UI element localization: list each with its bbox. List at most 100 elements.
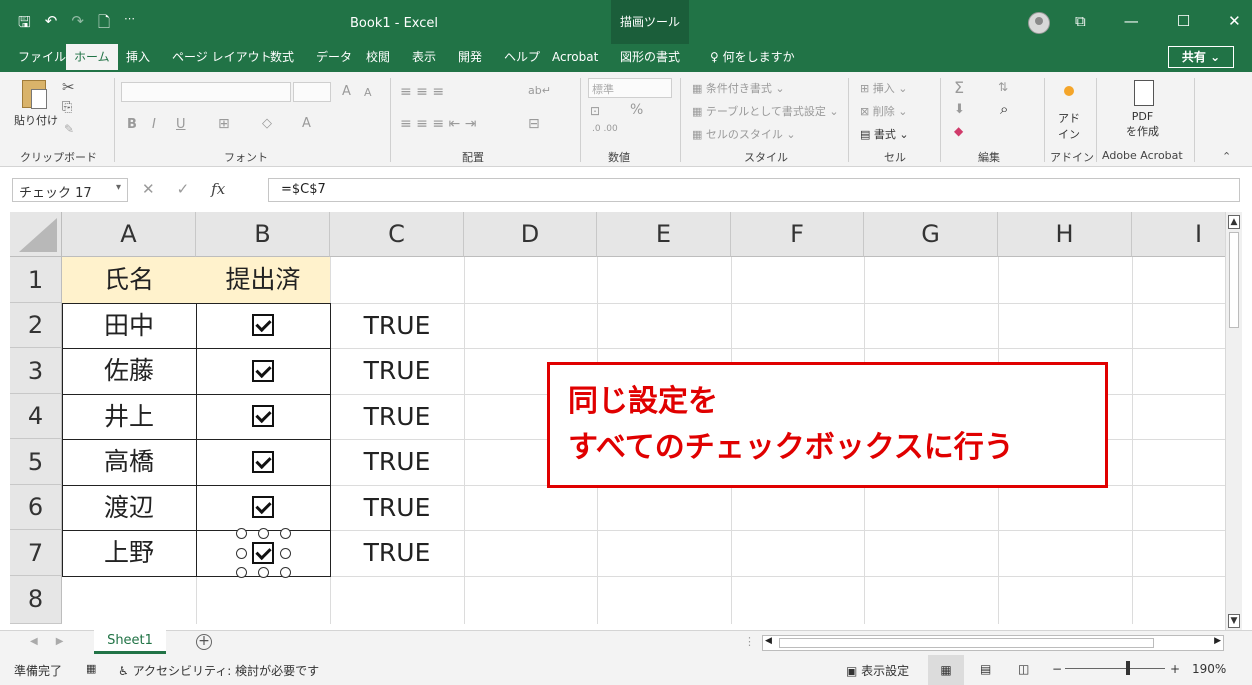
font-size-select[interactable] <box>293 82 331 102</box>
zoom-level[interactable]: 190% <box>1192 662 1226 676</box>
account-avatar[interactable] <box>1028 12 1050 34</box>
normal-view-icon[interactable]: ▦ <box>928 655 964 685</box>
font-name-select[interactable] <box>121 82 291 102</box>
shrink-font-button[interactable]: A <box>364 86 372 99</box>
cell-styles-button[interactable]: ▦ セルのスタイル ⌄ <box>692 126 796 142</box>
display-settings-button[interactable]: ▣ 表示設定 <box>846 662 909 679</box>
grow-font-button[interactable]: A <box>342 84 351 99</box>
zoom-in-button[interactable]: + <box>1170 662 1180 676</box>
row-header-2[interactable]: 2 <box>10 303 62 348</box>
increase-decimal-icon[interactable]: .0 .00 <box>592 124 618 134</box>
format-painter-icon[interactable]: ✎ <box>64 122 74 136</box>
align-top-icon[interactable]: ≡ ≡ ≡ <box>400 84 444 100</box>
sheet-tab-sheet1[interactable]: Sheet1 <box>94 630 166 654</box>
redo-icon[interactable]: ↷ <box>71 12 84 37</box>
checkbox-b5[interactable] <box>252 451 274 473</box>
percent-button[interactable]: % <box>630 102 643 118</box>
clipboard-paste-icon[interactable] <box>22 80 47 109</box>
addin-icon[interactable] <box>1064 86 1074 96</box>
format-as-table-button[interactable]: ▦ テーブルとして書式設定 ⌄ <box>692 103 839 119</box>
row-header-8[interactable]: 8 <box>10 576 62 624</box>
row-header-6[interactable]: 6 <box>10 485 62 530</box>
bold-button[interactable]: B <box>127 117 137 132</box>
share-button[interactable]: 共有 ⌄ <box>1168 46 1234 68</box>
column-header-b[interactable]: B <box>196 212 330 257</box>
column-header-f[interactable]: F <box>731 212 864 257</box>
column-header-a[interactable]: A <box>62 212 196 257</box>
name-box[interactable]: チェック 17 ▾ <box>12 178 128 202</box>
zoom-slider[interactable] <box>1065 668 1165 669</box>
addin-button-label[interactable]: アド イン <box>1058 110 1080 142</box>
prev-sheet-icon[interactable]: ◀ <box>30 636 38 647</box>
autosum-button[interactable]: Σ <box>954 78 964 97</box>
format-cells-button[interactable]: ▤ 書式 ⌄ <box>860 126 909 142</box>
scroll-right-icon[interactable]: ▶ <box>1214 636 1221 646</box>
cell-a1[interactable]: 氏名 <box>62 257 196 303</box>
tab-file[interactable]: ファイル <box>10 44 74 72</box>
resize-handle[interactable] <box>258 567 269 578</box>
cut-icon[interactable]: ✂ <box>62 78 75 96</box>
row-header-1[interactable]: 1 <box>10 257 62 303</box>
cell-c7[interactable]: TRUE <box>330 530 464 576</box>
cell-c4[interactable]: TRUE <box>330 394 464 439</box>
tab-data[interactable]: データ <box>308 44 360 72</box>
borders-icon[interactable]: ⊞ <box>218 116 230 132</box>
accounting-format-icon[interactable]: ⊡ <box>590 104 600 118</box>
conditional-formatting-button[interactable]: ▦ 条件付き書式 ⌄ <box>692 80 785 96</box>
ribbon-display-icon[interactable]: ⧉ <box>1075 12 1086 30</box>
column-header-c[interactable]: C <box>330 212 464 257</box>
column-header-g[interactable]: G <box>864 212 998 257</box>
column-header-i[interactable]: I <box>1132 212 1225 257</box>
tab-help[interactable]: ヘルプ <box>496 44 548 72</box>
insert-cells-button[interactable]: ⊞ 挿入 ⌄ <box>860 80 907 96</box>
resize-handle[interactable] <box>236 548 247 559</box>
column-header-e[interactable]: E <box>597 212 731 257</box>
split-handle-icon[interactable]: ⋮ <box>744 635 755 648</box>
close-button[interactable]: ✕ <box>1228 12 1241 30</box>
minimize-button[interactable]: — <box>1124 12 1139 30</box>
cell-c6[interactable]: TRUE <box>330 485 464 530</box>
italic-button[interactable]: I <box>152 117 156 132</box>
new-file-icon[interactable]: 🗋 <box>98 12 110 37</box>
insert-function-icon[interactable]: fx <box>211 180 225 198</box>
checkbox-b6[interactable] <box>252 496 274 518</box>
cancel-icon[interactable]: ✕ <box>142 180 155 198</box>
next-sheet-icon[interactable]: ▶ <box>56 636 64 647</box>
tab-shape-format[interactable]: 図形の書式 <box>612 44 688 72</box>
resize-handle[interactable] <box>280 567 291 578</box>
enter-icon[interactable]: ✓ <box>177 180 190 198</box>
resize-handle[interactable] <box>258 528 269 539</box>
cell-c5[interactable]: TRUE <box>330 439 464 485</box>
accessibility-status[interactable]: ♿ アクセシビリティ: 検討が必要です <box>118 662 319 679</box>
tab-insert[interactable]: 挿入 <box>118 44 158 72</box>
select-all-corner[interactable] <box>10 212 62 257</box>
zoom-slider-thumb[interactable] <box>1126 661 1130 675</box>
macro-record-icon[interactable]: ▦ <box>86 662 96 675</box>
page-layout-view-icon[interactable]: ▤ <box>980 662 991 676</box>
number-format-select[interactable]: 標準 <box>588 78 672 98</box>
add-sheet-icon[interactable]: + <box>196 634 212 650</box>
wrap-text-icon[interactable]: ab↵ <box>528 84 551 97</box>
checkbox-b7-selected[interactable] <box>252 542 274 564</box>
checkbox-b4[interactable] <box>252 405 274 427</box>
align-left-icon[interactable]: ≡ ≡ ≡ ⇤ ⇥ <box>400 116 476 132</box>
row-header-5[interactable]: 5 <box>10 439 62 485</box>
tell-me-search[interactable]: ♀︎ 何をしますか <box>702 44 803 72</box>
row-header-3[interactable]: 3 <box>10 348 62 394</box>
sort-filter-icon[interactable]: ⇅ <box>998 80 1008 94</box>
tab-home[interactable]: ホーム <box>66 44 118 72</box>
tab-formulas[interactable]: 数式 <box>262 44 302 72</box>
delete-cells-button[interactable]: ⊠ 削除 ⌄ <box>860 103 907 119</box>
column-header-h[interactable]: H <box>998 212 1132 257</box>
merge-center-icon[interactable]: ⊟ <box>528 116 540 132</box>
row-header-7[interactable]: 7 <box>10 530 62 576</box>
font-color-icon[interactable]: A <box>302 116 311 131</box>
tab-review[interactable]: 校閲 <box>358 44 398 72</box>
page-break-view-icon[interactable]: ◫ <box>1018 662 1029 676</box>
create-pdf-icon[interactable] <box>1134 80 1154 106</box>
checkbox-b3[interactable] <box>252 360 274 382</box>
zoom-out-button[interactable]: − <box>1052 662 1062 676</box>
chevron-down-icon[interactable]: ▾ <box>116 182 121 193</box>
fill-color-icon[interactable]: ◇ <box>262 116 272 131</box>
checkbox-b2[interactable] <box>252 314 274 336</box>
